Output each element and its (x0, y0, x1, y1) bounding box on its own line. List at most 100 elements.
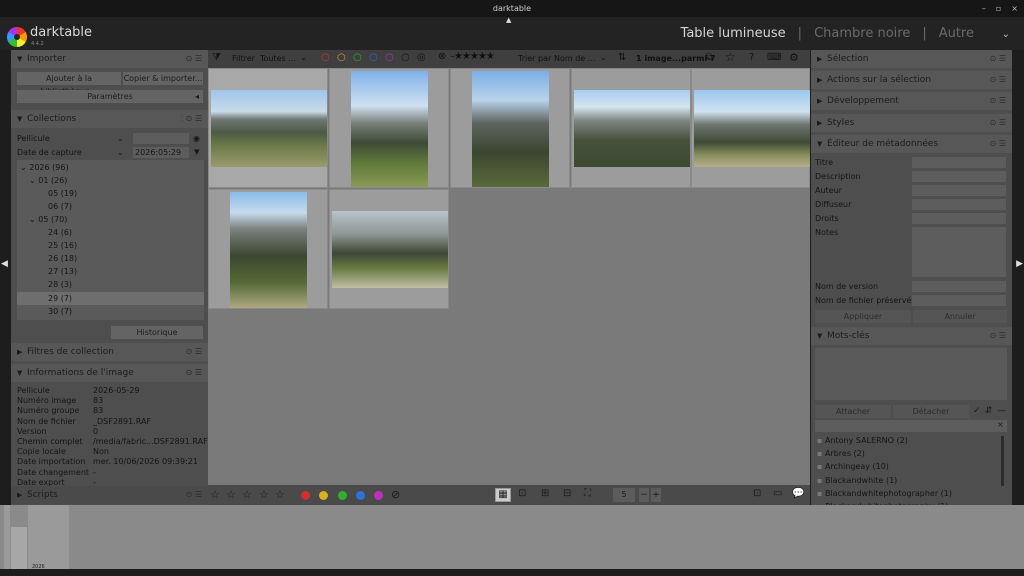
tree-item[interactable]: ⌄ 05 (70) (29, 215, 67, 224)
metadata-cancel-button[interactable]: Annuler (913, 310, 1007, 323)
triangle-down-icon[interactable]: ▼ (194, 148, 199, 156)
metadata-apply-button[interactable]: Appliquer (815, 310, 911, 323)
star-overlay-icon[interactable]: ☆ (725, 50, 736, 64)
chevron-down-icon[interactable]: ⌄ (600, 53, 607, 62)
focus-peaking-icon[interactable]: ⊡ (753, 488, 761, 499)
view-other[interactable]: Autre (939, 26, 974, 41)
copy-import-button[interactable]: Copier & importer... (123, 72, 203, 85)
green-label-icon[interactable] (338, 491, 347, 500)
thumbnail-7[interactable] (329, 189, 449, 309)
culling-dynamic-icon[interactable]: ⊟ (563, 488, 571, 499)
module-icons[interactable]: ⊙ ☰ (186, 486, 202, 504)
module-header-keywords[interactable]: ▼ Mots-clés ⊙ ☰ (811, 327, 1012, 345)
module-header-develop[interactable]: ▶ Développement ⊙ ☰ (811, 92, 1012, 110)
module-header-scripts[interactable]: ▶ Scripts ⊙ ☰ (11, 486, 208, 504)
tree-item[interactable]: 25 (16) (48, 241, 77, 250)
eye-icon[interactable]: ◉ (193, 134, 200, 143)
tree-item[interactable]: ⌄ 2026 (96) (20, 163, 69, 172)
star-3-icon[interactable]: ☆ (242, 488, 252, 501)
module-icons[interactable]: ⊙ ☰ (186, 364, 202, 382)
keyword-item[interactable]: ▪ Arbres (2) (817, 449, 865, 458)
module-header-filters[interactable]: ▶ Filtres de collection ⊙ ☰ (11, 343, 208, 361)
thumbnail-2[interactable] (329, 68, 449, 188)
sort-order-icon[interactable]: ⇅ (618, 52, 626, 63)
overlay-icon[interactable]: 💬 (792, 488, 804, 499)
green-label-filter-icon[interactable]: ○ (353, 52, 362, 63)
keyword-detach-button[interactable]: Détacher (893, 405, 969, 418)
module-icons[interactable]: ⊙ ☰ (990, 50, 1006, 68)
filemanager-layout-icon[interactable]: ▦ (495, 488, 511, 502)
sort-icon[interactable]: ⇵ (985, 406, 993, 416)
red-label-filter-icon[interactable]: ○ (321, 52, 330, 63)
filmstrip-cell[interactable] (28, 505, 69, 569)
module-header-image-info[interactable]: ▼ Informations de l'image ⊙ ☰ (11, 364, 208, 382)
keyword-scrollbar[interactable] (1001, 436, 1004, 486)
check-icon[interactable]: ✓ (973, 406, 981, 416)
metadata-preserved-input[interactable] (912, 295, 1006, 306)
thumbnail-6[interactable] (208, 189, 328, 309)
magenta-label-filter-icon[interactable]: ○ (385, 52, 394, 63)
thumbnail-1[interactable] (208, 68, 328, 188)
attached-keywords-area[interactable] (815, 348, 1007, 400)
sort-dropdown[interactable]: Nom de ... (554, 54, 595, 63)
blue-label-icon[interactable] (356, 491, 365, 500)
magenta-label-icon[interactable] (374, 491, 383, 500)
yellow-label-icon[interactable] (319, 491, 328, 500)
clear-label-icon[interactable]: ⊘ (391, 488, 400, 501)
module-header-selected-actions[interactable]: ▶ Actions sur la sélection ⊙ ☰ (811, 71, 1012, 89)
keyword-attach-button[interactable]: Attacher (815, 405, 891, 418)
module-icons[interactable]: ⫶ ⊙ ☰ (181, 110, 202, 128)
tree-item[interactable]: ⌄ 01 (26) (29, 176, 67, 185)
yellow-label-filter-icon[interactable]: ○ (337, 52, 346, 63)
filter-dropdown[interactable]: Toutes ... (260, 54, 296, 63)
tree-item[interactable]: 26 (18) (48, 254, 77, 263)
keyword-entry-input[interactable] (815, 420, 1007, 432)
metadata-notes-input[interactable] (912, 227, 1006, 277)
zoom-entry[interactable]: 5 (613, 488, 635, 502)
label-op-icon[interactable]: ◎ (417, 52, 426, 63)
film-value-field[interactable] (133, 133, 189, 144)
module-icons[interactable]: ⊙ ☰ (990, 114, 1006, 132)
metadata-description-input[interactable] (912, 171, 1006, 182)
module-icons[interactable]: ⊙ ☰ (186, 50, 202, 68)
chevron-down-icon[interactable]: ⌄ (117, 134, 124, 143)
import-params-button[interactable]: Paramètres ◂ (17, 90, 203, 103)
tree-item[interactable]: 05 (19) (48, 189, 77, 198)
red-label-icon[interactable] (301, 491, 310, 500)
keyboard-icon[interactable]: ⌨ (767, 52, 781, 63)
gear-icon[interactable]: ⚙ (789, 51, 799, 64)
rejected-filter-icon[interactable]: ⊗ (438, 51, 446, 62)
metadata-rights-input[interactable] (912, 213, 1006, 224)
chevron-down-icon[interactable]: ⌄ (300, 53, 307, 62)
thumbnail-5[interactable] (691, 68, 810, 188)
tree-item-selected[interactable]: 29 (7) (48, 294, 72, 303)
module-icons[interactable]: ⊙ ☰ (990, 327, 1006, 345)
history-button[interactable]: Historique (111, 326, 203, 339)
star-4-icon[interactable]: ☆ (259, 488, 269, 501)
culling-layout-icon[interactable]: ⊞ (541, 488, 549, 499)
star-5-icon[interactable]: ☆ (275, 488, 285, 501)
collapse-left-icon[interactable]: ◀ (1, 259, 8, 269)
metadata-author-input[interactable] (912, 185, 1006, 196)
module-icons[interactable]: ⊙ ☰ (990, 92, 1006, 110)
tree-item[interactable]: 27 (13) (48, 267, 77, 276)
zoom-plus-button[interactable]: + (651, 488, 661, 502)
keyword-item[interactable]: ▪ Archingeay (10) (817, 462, 889, 471)
star-1-icon[interactable]: ☆ (210, 488, 220, 501)
module-header-collections[interactable]: ▼ Collections ⫶ ⊙ ☰ (11, 110, 208, 128)
keyword-item[interactable]: ▪ Antony SALERNO (2) (817, 436, 908, 445)
module-header-metadata[interactable]: ▼ Éditeur de métadonnées ⊙ ☰ (811, 135, 1012, 153)
module-icons[interactable]: ⊙ ☰ (990, 135, 1006, 153)
module-icons[interactable]: ⊙ ☰ (990, 71, 1006, 89)
module-icons[interactable]: ⊙ ☰ (186, 343, 202, 361)
add-to-library-button[interactable]: Ajouter à la bibliothèque... (17, 72, 121, 96)
clear-entry-icon[interactable]: × (997, 420, 1004, 429)
keyword-item[interactable]: ▪ Blackandwhite (1) (817, 476, 897, 485)
maximize-button[interactable]: ▫ (996, 0, 1001, 17)
thumbnail-3[interactable] (450, 68, 570, 188)
zoom-minus-button[interactable]: − (639, 488, 649, 502)
metadata-title-input[interactable] (912, 157, 1006, 168)
close-button[interactable]: × (1011, 0, 1018, 17)
module-header-selection[interactable]: ▶ Sélection ⊙ ☰ (811, 50, 1012, 68)
view-darkroom[interactable]: Chambre noire (814, 26, 910, 41)
